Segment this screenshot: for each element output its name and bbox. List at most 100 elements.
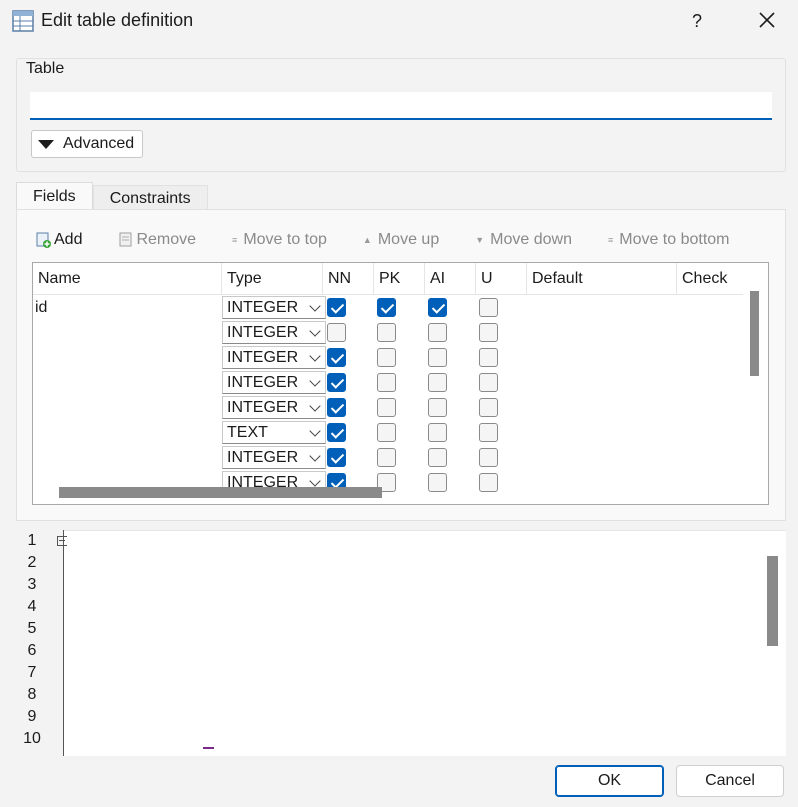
ai-checkbox[interactable] bbox=[428, 448, 447, 467]
line-number: 9 bbox=[27, 708, 37, 725]
add-field-icon bbox=[36, 232, 51, 248]
ai-checkbox[interactable] bbox=[428, 373, 447, 392]
fields-toolbar: Add Remove ≡ Move to top ▲ Move up ▼ Mov… bbox=[36, 228, 766, 252]
line-number: 8 bbox=[27, 686, 37, 703]
remove-field-button[interactable]: Remove bbox=[118, 231, 196, 249]
nn-checkbox[interactable] bbox=[327, 348, 346, 367]
nn-checkbox[interactable] bbox=[327, 423, 346, 442]
u-checkbox[interactable] bbox=[479, 448, 498, 467]
table-row[interactable]: id INTEGER bbox=[33, 295, 743, 320]
table-row[interactable]: TEXT bbox=[33, 420, 743, 445]
u-checkbox[interactable] bbox=[479, 298, 498, 317]
arrow-down-icon: ▼ bbox=[475, 235, 485, 245]
tab-constraints[interactable]: Constraints bbox=[92, 185, 208, 212]
advanced-button[interactable]: Advanced bbox=[31, 130, 143, 158]
fold-marker-icon[interactable] bbox=[57, 536, 67, 546]
triangle-down-icon bbox=[38, 139, 54, 149]
field-name-cell[interactable] bbox=[35, 345, 221, 370]
table-row[interactable]: INTEGER bbox=[33, 320, 743, 345]
field-type-value: INTEGER bbox=[227, 374, 299, 391]
u-checkbox[interactable] bbox=[479, 373, 498, 392]
u-checkbox[interactable] bbox=[479, 398, 498, 417]
table-row[interactable]: INTEGER bbox=[33, 395, 743, 420]
u-checkbox[interactable] bbox=[479, 348, 498, 367]
table-row[interactable]: INTEGER bbox=[33, 345, 743, 370]
nn-checkbox[interactable] bbox=[327, 373, 346, 392]
ai-checkbox[interactable] bbox=[428, 323, 447, 342]
ai-checkbox[interactable] bbox=[428, 423, 447, 442]
field-name-cell[interactable] bbox=[35, 395, 221, 420]
editor-text-cursor bbox=[203, 747, 214, 749]
field-name-cell[interactable] bbox=[35, 420, 221, 445]
column-header-type[interactable]: Type bbox=[222, 263, 323, 295]
ai-checkbox[interactable] bbox=[428, 348, 447, 367]
table-row[interactable]: INTEGER bbox=[33, 445, 743, 470]
tab-fields[interactable]: Fields bbox=[16, 182, 93, 212]
field-type-dropdown[interactable]: INTEGER bbox=[222, 296, 326, 319]
u-checkbox[interactable] bbox=[479, 323, 498, 342]
help-button[interactable]: ? bbox=[684, 8, 710, 34]
column-header-nn[interactable]: NN bbox=[323, 263, 374, 295]
grid-vertical-scrollbar[interactable] bbox=[750, 291, 759, 376]
pk-checkbox[interactable] bbox=[377, 348, 396, 367]
field-type-dropdown[interactable]: TEXT bbox=[222, 421, 326, 444]
chevron-down-icon bbox=[309, 450, 321, 462]
nn-checkbox[interactable] bbox=[327, 398, 346, 417]
ai-checkbox[interactable] bbox=[428, 473, 447, 492]
move-to-top-button[interactable]: ≡ Move to top bbox=[232, 231, 327, 249]
nn-checkbox[interactable] bbox=[327, 448, 346, 467]
close-icon[interactable] bbox=[752, 7, 782, 35]
add-field-button[interactable]: Add bbox=[36, 231, 82, 249]
column-header-u[interactable]: U bbox=[476, 263, 527, 295]
field-type-dropdown[interactable]: INTEGER bbox=[222, 371, 326, 394]
move-down-button[interactable]: ▼ Move down bbox=[475, 231, 572, 249]
ai-checkbox[interactable] bbox=[428, 298, 447, 317]
move-up-label: Move up bbox=[377, 231, 440, 248]
chevron-down-icon bbox=[309, 400, 321, 412]
editor-vertical-scrollbar[interactable] bbox=[767, 556, 778, 646]
grid-horizontal-scrollbar[interactable] bbox=[59, 487, 382, 498]
field-name-cell[interactable]: id bbox=[35, 295, 221, 320]
move-to-bottom-button[interactable]: ≡ Move to bottom bbox=[608, 231, 730, 249]
pk-checkbox[interactable] bbox=[377, 398, 396, 417]
chevron-down-icon bbox=[309, 325, 321, 337]
line-number: 10 bbox=[23, 730, 41, 747]
arrow-up-icon: ▲ bbox=[362, 235, 372, 245]
u-checkbox[interactable] bbox=[479, 473, 498, 492]
column-header-pk[interactable]: PK bbox=[374, 263, 425, 295]
column-header-ai[interactable]: AI bbox=[425, 263, 476, 295]
field-name-cell[interactable] bbox=[35, 445, 221, 470]
table-group-label: Table bbox=[26, 60, 65, 77]
pk-checkbox[interactable] bbox=[377, 323, 396, 342]
field-name-cell[interactable] bbox=[35, 370, 221, 395]
nn-checkbox[interactable] bbox=[327, 298, 346, 317]
double-down-icon: ≡ bbox=[607, 235, 614, 245]
cancel-button[interactable]: Cancel bbox=[676, 765, 784, 797]
field-type-value: INTEGER bbox=[227, 399, 299, 416]
sql-editor[interactable] bbox=[16, 530, 786, 756]
column-header-name[interactable]: Name bbox=[33, 263, 222, 295]
add-field-label: Add bbox=[54, 231, 83, 248]
pk-checkbox[interactable] bbox=[377, 423, 396, 442]
column-header-default[interactable]: Default bbox=[527, 263, 677, 295]
ai-checkbox[interactable] bbox=[428, 398, 447, 417]
pk-checkbox[interactable] bbox=[377, 448, 396, 467]
nn-checkbox[interactable] bbox=[327, 323, 346, 342]
move-up-button[interactable]: ▲ Move up bbox=[363, 231, 439, 249]
move-to-bottom-label: Move to bottom bbox=[619, 231, 730, 248]
table-row[interactable]: INTEGER bbox=[33, 370, 743, 395]
field-type-dropdown[interactable]: INTEGER bbox=[222, 396, 326, 419]
field-type-dropdown[interactable]: INTEGER bbox=[222, 446, 326, 469]
field-type-value: INTEGER bbox=[227, 349, 299, 366]
column-header-check[interactable]: Check bbox=[677, 263, 743, 295]
field-type-dropdown[interactable]: INTEGER bbox=[222, 321, 326, 344]
u-checkbox[interactable] bbox=[479, 423, 498, 442]
chevron-down-icon bbox=[309, 350, 321, 362]
pk-checkbox[interactable] bbox=[377, 298, 396, 317]
ok-button[interactable]: OK bbox=[555, 765, 664, 797]
field-name-cell[interactable] bbox=[35, 320, 221, 345]
field-type-dropdown[interactable]: INTEGER bbox=[222, 346, 326, 369]
table-name-input[interactable] bbox=[30, 92, 772, 120]
double-up-icon: ≡ bbox=[232, 235, 238, 245]
pk-checkbox[interactable] bbox=[377, 373, 396, 392]
